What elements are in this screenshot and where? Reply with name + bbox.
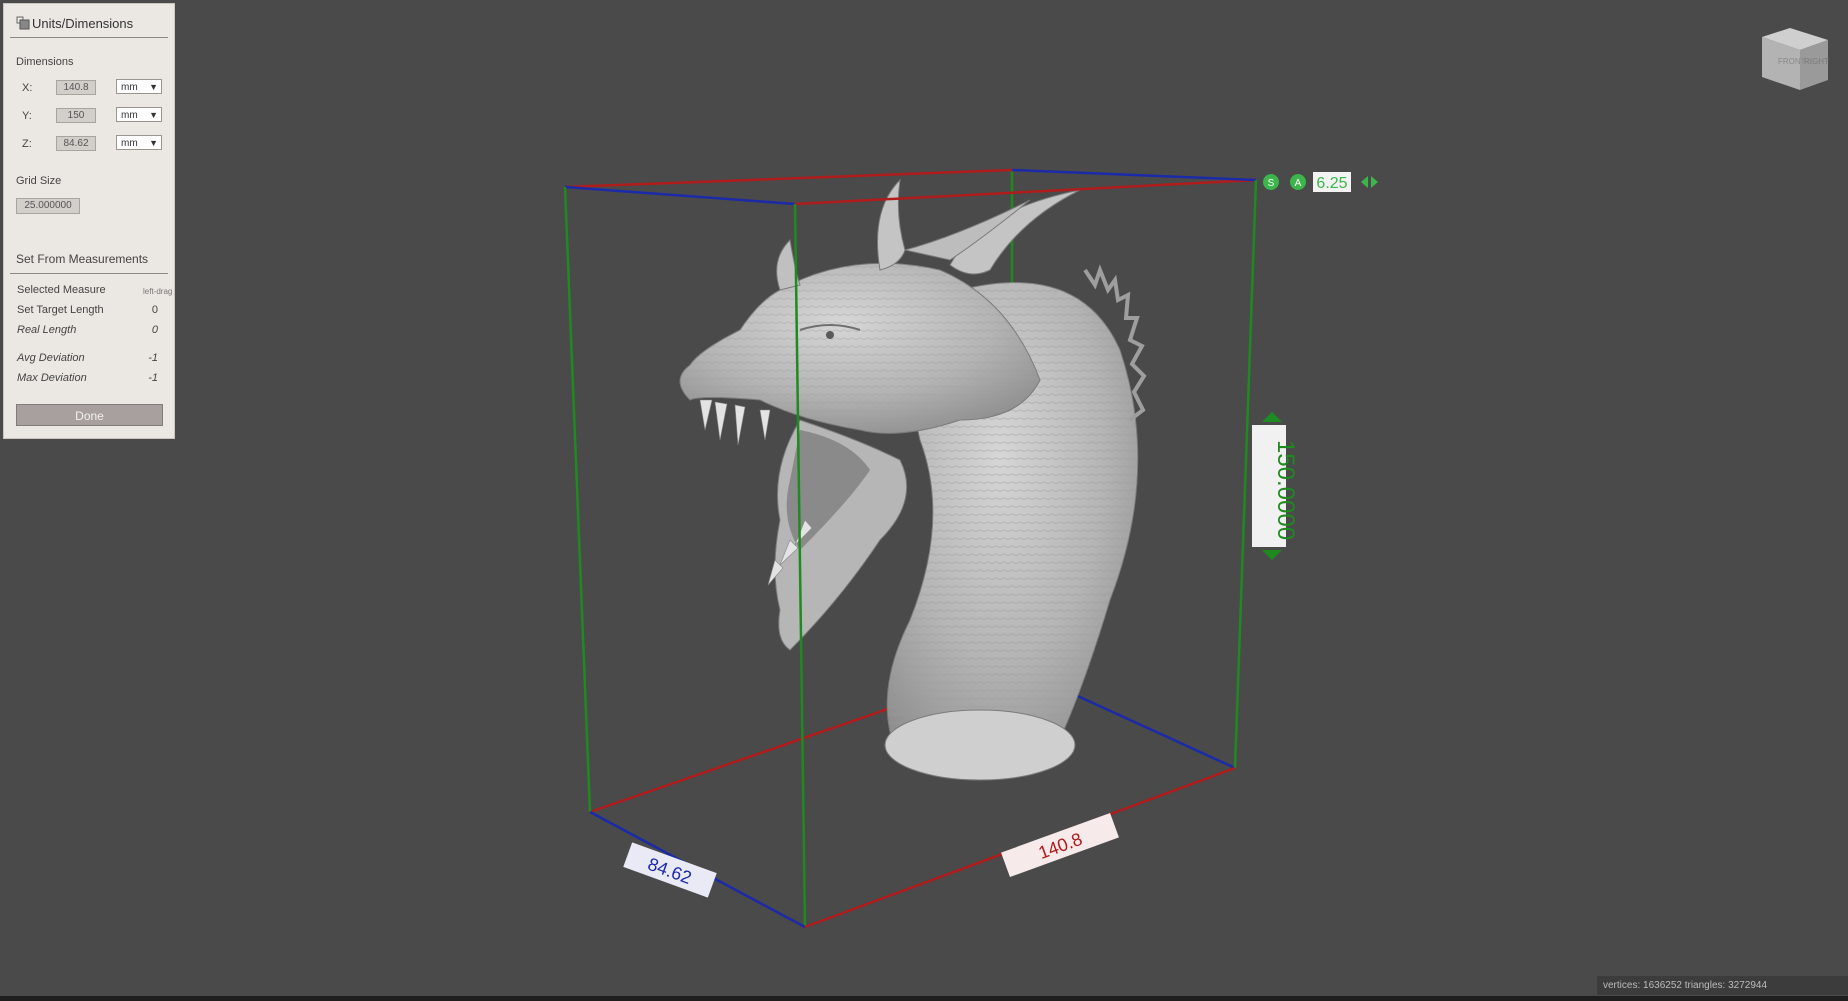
snap-gizmo[interactable]: S A 6.25 xyxy=(1263,172,1378,192)
set-target-length-label: Set Target Length xyxy=(17,304,104,316)
dropdown-arrow-icon: ▼ xyxy=(149,82,158,92)
avg-deviation-label: Avg Deviation xyxy=(17,352,85,364)
y-unit-value: mm xyxy=(121,110,138,121)
scale-handle-icon[interactable] xyxy=(1262,412,1282,422)
y-dimension-field[interactable]: 150 xyxy=(56,108,96,123)
set-from-measurements-title: Set From Measurements xyxy=(16,252,149,266)
x-axis-label: X: xyxy=(22,82,33,94)
divider xyxy=(10,37,168,38)
z-dimension-field[interactable]: 84.62 xyxy=(56,136,96,151)
x-unit-value: mm xyxy=(121,82,138,93)
bottom-edge xyxy=(0,996,1848,1001)
height-dimension-label[interactable]: 150.0000 xyxy=(1252,412,1299,560)
dimensions-label: Dimensions xyxy=(16,56,74,68)
dropdown-arrow-icon: ▼ xyxy=(149,138,158,148)
depth-dimension-label[interactable]: 84.62 xyxy=(623,842,717,898)
height-value: 150.0000 xyxy=(1272,440,1299,540)
set-target-length-value[interactable]: 0 xyxy=(128,304,158,316)
width-dimension-label[interactable]: 140.8 xyxy=(1001,812,1119,878)
real-length-label: Real Length xyxy=(17,324,77,336)
dropdown-arrow-icon: ▼ xyxy=(149,110,158,120)
snap-value[interactable]: 6.25 xyxy=(1316,175,1347,192)
selected-measure-label: Selected Measure xyxy=(17,284,106,296)
y-unit-select[interactable]: mm ▼ xyxy=(116,107,162,122)
selected-measure-hint: left-drag xyxy=(143,287,173,296)
z-unit-select[interactable]: mm ▼ xyxy=(116,135,162,150)
x-unit-select[interactable]: mm ▼ xyxy=(116,79,162,94)
divider xyxy=(10,273,168,274)
avg-deviation-value: -1 xyxy=(148,352,158,364)
view-cube-icon[interactable]: FRONT RIGHT xyxy=(1762,28,1829,90)
y-axis-label: Y: xyxy=(22,110,32,122)
x-dimension-field[interactable]: 140.8 xyxy=(56,80,96,95)
view-cube-right[interactable]: RIGHT xyxy=(1804,57,1829,66)
a-toggle[interactable]: A xyxy=(1295,178,1302,189)
real-length-value: 0 xyxy=(151,324,158,336)
grid-size-label: Grid Size xyxy=(16,175,62,187)
panel-title: Units/Dimensions xyxy=(32,16,134,31)
z-axis-label: Z: xyxy=(22,138,32,150)
max-deviation-value: -1 xyxy=(148,372,158,384)
view-cube-front[interactable]: FRONT xyxy=(1778,57,1806,66)
arrow-right-icon[interactable] xyxy=(1371,176,1378,188)
done-button[interactable]: Done xyxy=(16,404,163,426)
arrow-left-icon[interactable] xyxy=(1361,176,1368,188)
3d-viewport[interactable]: S A 6.25 150.0000 84.62 140.8 FRONT RIGH… xyxy=(0,0,1848,1001)
units-dimensions-panel: Units/Dimensions Dimensions X: 140.8 mm … xyxy=(3,3,175,439)
max-deviation-label: Max Deviation xyxy=(17,372,87,384)
panel-icon xyxy=(16,16,30,30)
z-unit-value: mm xyxy=(121,138,138,149)
grid-size-field[interactable]: 25.000000 xyxy=(16,198,80,214)
s-toggle[interactable]: S xyxy=(1268,178,1275,189)
status-bar: vertices: 1636252 triangles: 3272944 xyxy=(1597,976,1848,995)
dragon-model[interactable] xyxy=(679,178,1147,781)
